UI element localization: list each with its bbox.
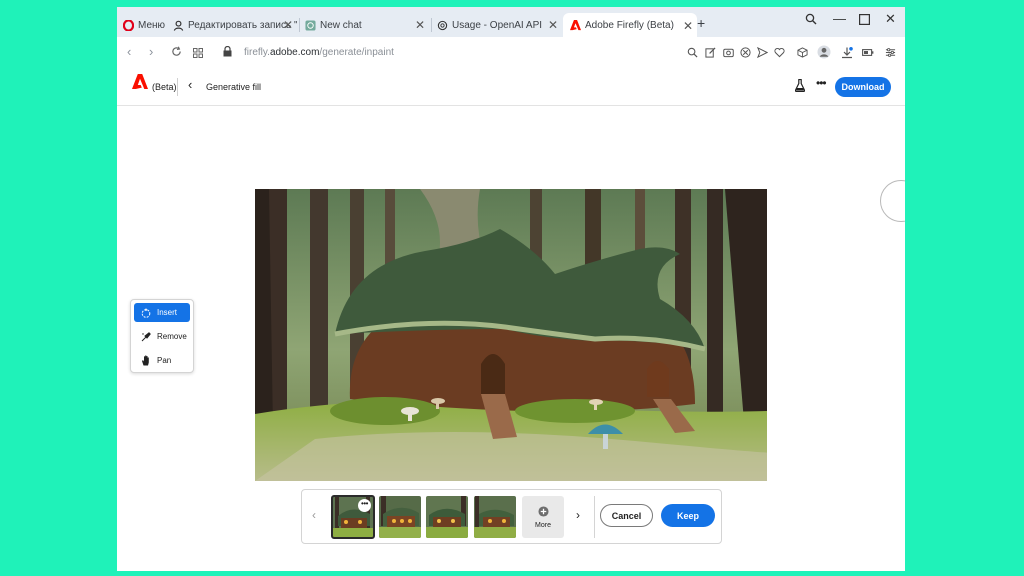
cancel-button[interactable]: Cancel — [600, 504, 653, 527]
back-chevron-icon[interactable]: ‹ — [188, 77, 192, 92]
canvas-image[interactable] — [255, 189, 767, 481]
search-tabs-icon[interactable] — [805, 13, 817, 28]
adblock-icon[interactable] — [740, 47, 751, 58]
extension-cube-icon[interactable] — [797, 47, 808, 58]
zoom-icon[interactable] — [687, 47, 698, 58]
close-window-icon[interactable]: ✕ — [885, 11, 896, 27]
adobe-icon — [569, 19, 581, 31]
page-title: Generative fill — [206, 82, 262, 92]
url-field[interactable]: firefly.adobe.com/generate/inpaint — [244, 47, 394, 58]
fairy-house-image — [255, 189, 767, 481]
tab-new-chat[interactable]: New chat ✕ — [304, 15, 429, 35]
hand-icon — [139, 355, 153, 366]
lock-icon[interactable] — [223, 45, 232, 60]
battery-saver-icon[interactable] — [862, 47, 874, 58]
send-icon[interactable] — [756, 46, 769, 59]
labs-flask-icon[interactable] — [794, 78, 806, 97]
keep-button[interactable]: Keep — [661, 504, 715, 527]
tab-title: Usage - OpenAI API — [452, 19, 543, 31]
openai-icon — [436, 19, 448, 31]
downloads-icon[interactable] — [841, 47, 853, 59]
more-label: More — [535, 521, 551, 529]
remove-brush-icon — [139, 331, 153, 342]
next-icon[interactable]: › — [576, 508, 580, 522]
reload-icon[interactable] — [171, 45, 182, 60]
bar-divider — [594, 496, 595, 538]
tool-label: Insert — [157, 308, 178, 317]
easy-setup-icon[interactable] — [885, 47, 896, 58]
plus-circle-icon — [537, 505, 549, 519]
variation-thumbnail-2[interactable] — [379, 496, 421, 538]
speed-dial-icon[interactable] — [193, 46, 203, 61]
maximize-icon[interactable] — [859, 13, 871, 28]
close-tab-icon[interactable]: ✕ — [283, 18, 293, 32]
tab-bar: Меню Редактировать запись "М ✕ New chat … — [117, 7, 905, 37]
close-tab-icon[interactable]: ✕ — [548, 18, 558, 32]
user-icon — [172, 19, 184, 31]
back-icon[interactable]: ‹ — [127, 44, 131, 59]
pan-tool-button[interactable]: Pan — [134, 351, 190, 370]
tab-title: Adobe Firefly (Beta) — [585, 19, 674, 31]
close-tab-icon[interactable]: ✕ — [683, 19, 693, 33]
heart-icon[interactable] — [774, 47, 785, 58]
insert-brush-icon — [139, 308, 153, 318]
tool-panel: Insert Remove Pan — [130, 299, 194, 373]
more-options-icon[interactable]: ••• — [816, 76, 827, 90]
beta-label: (Beta) — [152, 82, 177, 92]
opera-menu-button[interactable]: Меню — [122, 15, 165, 35]
tool-label: Remove — [157, 332, 187, 341]
app-header: (Beta) ‹ Generative fill ••• Download — [117, 67, 905, 106]
tab-title: Редактировать запись "М — [188, 19, 297, 31]
edit-icon[interactable] — [705, 47, 716, 58]
remove-tool-button[interactable]: Remove — [134, 327, 190, 346]
variation-thumbnail-3[interactable] — [426, 496, 468, 538]
close-tab-icon[interactable]: ✕ — [415, 18, 425, 32]
tool-label: Pan — [157, 356, 172, 365]
browser-window: Меню Редактировать запись "М ✕ New chat … — [117, 7, 905, 571]
variation-thumbnail-1[interactable]: ••• — [331, 495, 375, 539]
header-divider — [177, 78, 178, 96]
address-bar: ‹ › firefly.adobe.com/generate/inpaint — [117, 37, 905, 67]
tab-adobe-firefly[interactable]: Adobe Firefly (Beta) ✕ — [563, 13, 697, 37]
more-variations-button[interactable]: More — [522, 496, 564, 538]
tab-title: New chat — [320, 19, 362, 31]
tab-openai-usage[interactable]: Usage - OpenAI API ✕ — [436, 15, 562, 35]
thumbnail-options-icon[interactable]: ••• — [358, 499, 371, 512]
variation-thumbnail-4[interactable] — [474, 496, 516, 538]
chatgpt-icon — [304, 19, 316, 31]
previous-icon[interactable]: ‹ — [312, 508, 316, 522]
new-tab-button[interactable]: + — [697, 13, 705, 33]
minimize-icon[interactable]: — — [833, 11, 846, 26]
insert-tool-button[interactable]: Insert — [134, 303, 190, 322]
tab-edit-record[interactable]: Редактировать запись "М ✕ — [172, 15, 297, 35]
profile-avatar-icon[interactable] — [817, 45, 831, 59]
forward-icon[interactable]: › — [149, 44, 153, 59]
menu-label: Меню — [138, 19, 166, 31]
download-button[interactable]: Download — [835, 77, 891, 97]
opera-logo-icon — [122, 19, 134, 31]
adobe-logo-icon[interactable] — [132, 74, 148, 94]
camera-icon[interactable] — [723, 47, 734, 58]
variations-bar: ‹ ••• More › Cancel Keep — [301, 489, 722, 544]
canvas-side-handle[interactable] — [880, 180, 905, 222]
